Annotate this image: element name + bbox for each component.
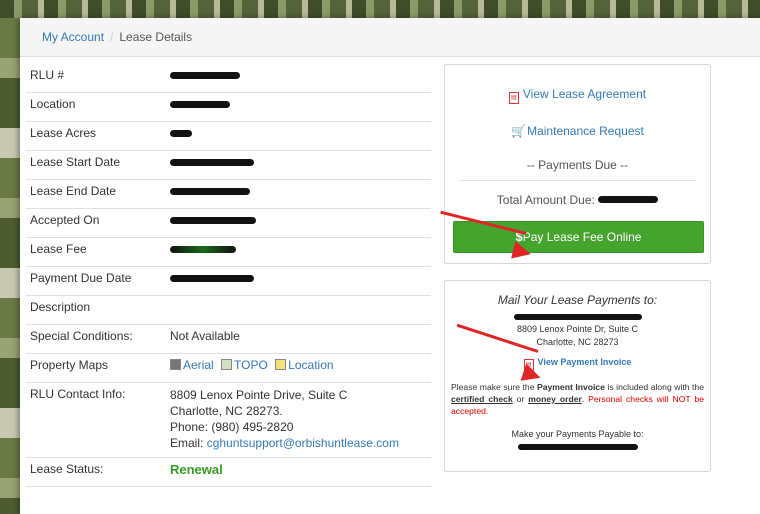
table-row: Description [26, 295, 431, 325]
location-label: Location [26, 92, 166, 122]
status-badge: Renewal [170, 462, 223, 477]
pdf-icon: ▤ [508, 92, 519, 104]
due-date-value [166, 266, 431, 296]
start-date-value [166, 150, 431, 180]
breadcrumb-my-account[interactable]: My Account [42, 30, 104, 44]
pay-button-label: Pay Lease Fee Online [522, 230, 642, 244]
redacted-value [170, 275, 254, 282]
maintenance-row: 🛒Maintenance Request [445, 124, 710, 138]
lease-status-label: Lease Status: [26, 457, 166, 487]
aerial-map-link[interactable]: Aerial [183, 358, 214, 372]
contact-phone: Phone: (980) 495-2820 [170, 420, 294, 434]
acres-value [166, 121, 431, 151]
total-due-label: Total Amount Due: [496, 193, 595, 207]
table-row: Special Conditions: Not Available [26, 324, 431, 354]
contact-address-line1: 8809 Lenox Pointe Drive, Suite C [170, 388, 348, 402]
redacted-value [170, 72, 240, 79]
note-text: is included along with the [604, 382, 704, 392]
breadcrumb-separator: / [110, 30, 114, 44]
accepted-value [166, 208, 431, 238]
table-row: Accepted On [26, 208, 431, 238]
note-text: Please make sure the [451, 382, 537, 392]
accepted-label: Accepted On [26, 208, 166, 238]
acres-label: Lease Acres [26, 121, 166, 151]
note-mo-text: money order [528, 394, 582, 404]
payments-due-heading: -- Payments Due -- [526, 158, 629, 172]
mail-address-line2: Charlotte, NC 28273 [536, 337, 619, 347]
table-row: Lease Start Date [26, 150, 431, 180]
mail-payments-box: Mail Your Lease Payments to: 8809 Lenox … [444, 280, 711, 472]
special-conditions-label: Special Conditions: [26, 324, 166, 354]
invoice-row: ▤ View Payment Invoice [445, 357, 710, 371]
redacted-value [513, 314, 642, 320]
divider [459, 180, 696, 181]
payable-to-label: Make your Payments Payable to: [511, 429, 644, 439]
redacted-value [170, 217, 256, 224]
table-row: RLU # [26, 64, 431, 93]
redacted-value [170, 159, 254, 166]
fee-value [166, 237, 431, 267]
contact-address-line2: Charlotte, NC 28273. [170, 404, 283, 418]
table-row: RLU Contact Info: 8809 Lenox Pointe Driv… [26, 382, 431, 458]
fee-label: Lease Fee [26, 237, 166, 267]
cart-icon: 🛒 [511, 124, 527, 138]
email-prefix: Email: [170, 436, 207, 450]
lease-actions-box: ▤ View Lease Agreement 🛒Maintenance Reque… [444, 64, 711, 264]
contact-email-link[interactable]: cghuntsupport@orbishuntlease.com [207, 436, 399, 450]
table-row: Lease Status: Renewal [26, 457, 431, 487]
location-map-link[interactable]: Location [288, 358, 333, 372]
redacted-value [598, 196, 659, 203]
payable-to-name [445, 439, 710, 453]
redacted-value [170, 101, 230, 108]
rlu-value [166, 64, 431, 93]
table-row: Lease End Date [26, 179, 431, 209]
end-date-value [166, 179, 431, 209]
due-date-label: Payment Due Date [26, 266, 166, 296]
contact-email-line: Email: cghuntsupport@orbishuntlease.com [170, 435, 427, 451]
topo-map-icon [221, 359, 233, 370]
start-date-label: Lease Start Date [26, 150, 166, 180]
contact-info-label: RLU Contact Info: [26, 382, 166, 458]
property-maps-links: Aerial TOPO Location [166, 353, 431, 383]
redacted-value [170, 246, 236, 253]
lease-details-table: RLU # Location Lease Acres Lease Start D… [26, 64, 431, 487]
redacted-value [517, 444, 638, 450]
table-row: Lease Acres [26, 121, 431, 151]
location-map-icon [275, 359, 287, 370]
special-conditions-value: Not Available [166, 324, 431, 354]
payment-note: Please make sure the Payment Invoice is … [445, 381, 710, 417]
property-maps-label: Property Maps [26, 353, 166, 383]
table-row: Property Maps Aerial TOPO Location [26, 353, 431, 383]
lease-status-value: Renewal [166, 457, 431, 487]
table-row: Lease Fee [26, 237, 431, 267]
topo-map-link[interactable]: TOPO [234, 358, 268, 372]
breadcrumb-current: Lease Details [119, 30, 193, 44]
mail-recipient [445, 309, 710, 323]
view-lease-agreement-link[interactable]: View Lease Agreement [523, 87, 646, 101]
note-text: or [512, 394, 529, 404]
table-row: Payment Due Date [26, 266, 431, 296]
location-value [166, 92, 431, 122]
note-check-text: certified check [451, 394, 513, 404]
breadcrumb: My Account / Lease Details [20, 18, 760, 57]
total-due-row: Total Amount Due: [445, 193, 710, 207]
end-date-label: Lease End Date [26, 179, 166, 209]
contact-info-value: 8809 Lenox Pointe Drive, Suite C Charlot… [166, 382, 431, 458]
rlu-label: RLU # [26, 64, 166, 93]
table-row: Location [26, 92, 431, 122]
view-payment-invoice-link[interactable]: View Payment Invoice [538, 357, 632, 367]
description-value [166, 295, 431, 325]
maintenance-request-link[interactable]: Maintenance Request [527, 124, 644, 138]
redacted-value [170, 188, 250, 195]
note-invoice-text: Payment Invoice [537, 382, 605, 392]
aerial-map-icon [170, 359, 181, 370]
redacted-value [170, 130, 192, 137]
view-lease-row: ▤ View Lease Agreement [445, 87, 710, 104]
mail-heading: Mail Your Lease Payments to: [497, 293, 658, 307]
background-banner [0, 0, 760, 18]
description-label: Description [26, 295, 166, 325]
